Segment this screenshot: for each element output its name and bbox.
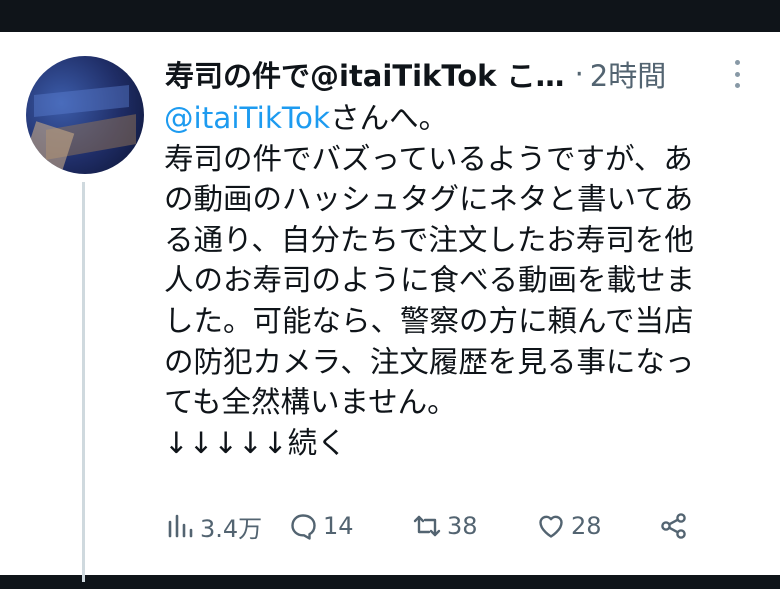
tweet-text: @itaiTikTokさんへ。 寿司の件でバズっているようですが、あ の動画のハ… bbox=[164, 98, 764, 463]
more-dot bbox=[734, 83, 740, 88]
avatar-photo-window bbox=[34, 85, 129, 117]
retweet-icon bbox=[413, 515, 441, 537]
timestamp[interactable]: 2時間 bbox=[590, 53, 666, 95]
mention-link[interactable]: @itaiTikTok bbox=[164, 101, 330, 135]
avatar[interactable] bbox=[26, 56, 144, 174]
heart-icon bbox=[539, 515, 563, 538]
views-count: 3.4万 bbox=[200, 514, 263, 543]
tweet-line: ても全然構いません。 bbox=[164, 385, 457, 420]
tweet-line: 人のお寿司のように食べる動画を載せま bbox=[164, 263, 696, 298]
separator-dot: · bbox=[574, 57, 584, 91]
analytics-icon bbox=[168, 514, 193, 538]
retweet-button[interactable]: 38 bbox=[413, 504, 478, 548]
mention-suffix: さんへ。 bbox=[330, 101, 449, 135]
share-button[interactable] bbox=[660, 504, 688, 548]
reply-button[interactable]: 14 bbox=[289, 504, 354, 548]
tweet-line: 寿司の件でバズっているようですが、あ bbox=[164, 141, 693, 176]
tweet-line: @itaiTikTokさんへ。 bbox=[164, 98, 764, 139]
tweet-header: 寿司の件で@itaiTikTok こ… · 2時間 bbox=[165, 52, 755, 96]
reply-icon bbox=[291, 514, 316, 540]
tweet-line: の動画のハッシュタグにネタと書いてあ bbox=[164, 182, 694, 217]
like-count: 28 bbox=[571, 512, 602, 540]
more-dot bbox=[734, 71, 740, 77]
like-button[interactable]: 28 bbox=[537, 504, 602, 548]
tweet-line: る通り、自分たちで注文したお寿司を他 bbox=[164, 222, 694, 257]
retweet-count: 38 bbox=[447, 512, 478, 540]
share-icon bbox=[661, 513, 686, 539]
thread-line bbox=[82, 182, 85, 582]
tweet-line: した。可能なら、警察の方に頼んで当店 bbox=[164, 303, 694, 338]
views-button[interactable]: 3.4万 bbox=[166, 504, 262, 548]
more-dot bbox=[734, 60, 740, 65]
tweet-card[interactable]: 寿司の件で@itaiTikTok こ… · 2時間 @itaiTikTokさんへ… bbox=[0, 32, 780, 582]
action-bar: 3.4万 14 38 28 bbox=[166, 504, 726, 548]
reply-count: 14 bbox=[323, 512, 354, 540]
tweet-line: の防犯カメラ、注文履歴を見る事になっ bbox=[164, 344, 695, 379]
tweet-line: ↓↓↓↓↓続く bbox=[164, 425, 347, 460]
more-options-icon[interactable] bbox=[727, 56, 747, 92]
author-name[interactable]: 寿司の件で@itaiTikTok こ… bbox=[165, 53, 565, 95]
